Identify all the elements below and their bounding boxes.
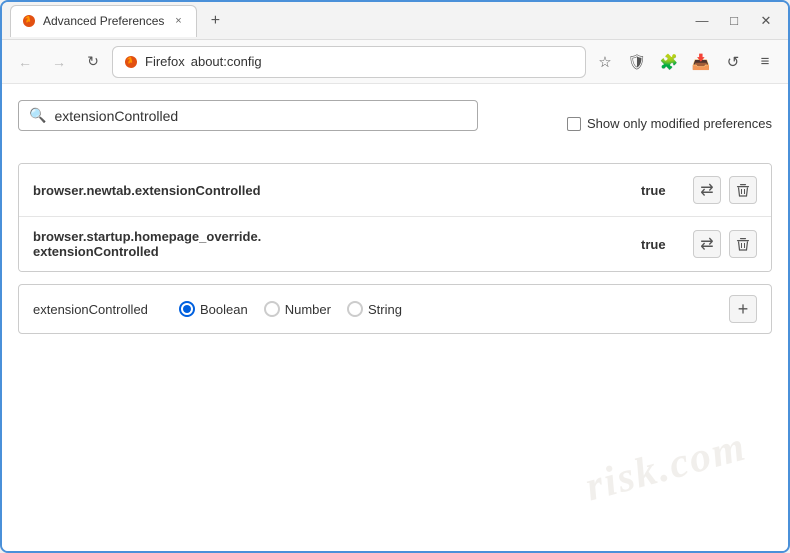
pref-actions-2: ⇄ [693,230,757,258]
history-icon[interactable]: ↺ [718,47,748,77]
firefox-icon [123,54,139,70]
delete-icon-1[interactable] [729,176,757,204]
radio-string-circle [347,301,363,317]
close-button[interactable]: ✕ [752,7,780,35]
type-radio-group: Boolean Number String [179,301,713,317]
minimize-button[interactable]: — [688,7,716,35]
window-controls: — □ ✕ [688,7,780,35]
new-pref-row: extensionControlled Boolean Number [18,284,772,334]
back-button[interactable]: ← [10,47,40,77]
search-row: 🔍 Show only modified preferences [18,100,772,147]
delete-icon-2[interactable] [729,230,757,258]
forward-button[interactable]: → [44,47,74,77]
table-row: browser.startup.homepage_override. exten… [19,217,771,271]
results-table: browser.newtab.extensionControlled true … [18,163,772,272]
swap-icon-1[interactable]: ⇄ [693,176,721,204]
toolbar-icons: ☆ 🛡 🧩 📥 ↺ ≡ [590,47,780,77]
pref-name-1: browser.newtab.extensionControlled [33,183,629,198]
radio-boolean-label: Boolean [200,302,248,317]
shield-icon[interactable]: 🛡 [622,47,652,77]
radio-number-label: Number [285,302,331,317]
url-display[interactable]: about:config [191,54,575,69]
tab-firefox-icon [21,13,37,29]
title-bar: Advanced Preferences × + — □ ✕ [2,2,788,40]
search-input[interactable] [54,108,467,124]
radio-string[interactable]: String [347,301,402,317]
show-modified-label: Show only modified preferences [587,116,772,131]
search-icon: 🔍 [29,107,46,124]
address-bar[interactable]: Firefox about:config [112,46,586,78]
pref-actions-1: ⇄ [693,176,757,204]
radio-boolean-circle [179,301,195,317]
pref-value-2: true [641,237,681,252]
new-tab-button[interactable]: + [201,7,229,35]
show-modified-option[interactable]: Show only modified preferences [567,116,772,131]
swap-icon-2[interactable]: ⇄ [693,230,721,258]
tab-title: Advanced Preferences [43,14,164,28]
table-row: browser.newtab.extensionControlled true … [19,164,771,217]
show-modified-checkbox[interactable] [567,117,581,131]
maximize-button[interactable]: □ [720,7,748,35]
menu-icon[interactable]: ≡ [750,47,780,77]
reload-button[interactable]: ↻ [78,47,108,77]
radio-number-circle [264,301,280,317]
tab-close-button[interactable]: × [170,13,186,29]
pref-name-2: browser.startup.homepage_override. exten… [33,229,629,259]
extension-icon[interactable]: 🧩 [654,47,684,77]
search-bar-container: 🔍 [18,100,478,131]
pref-value-1: true [641,183,681,198]
radio-boolean[interactable]: Boolean [179,301,248,317]
radio-string-label: String [368,302,402,317]
add-pref-button[interactable]: + [729,295,757,323]
bookmark-icon[interactable]: ☆ [590,47,620,77]
browser-name-label: Firefox [145,54,185,69]
radio-number[interactable]: Number [264,301,331,317]
active-tab[interactable]: Advanced Preferences × [10,5,197,37]
page-content: 🔍 Show only modified preferences browser… [2,84,788,551]
toolbar: ← → ↻ Firefox about:config ☆ 🛡 🧩 📥 ↺ ≡ [2,40,788,84]
new-pref-name: extensionControlled [33,302,163,317]
download-icon[interactable]: 📥 [686,47,716,77]
